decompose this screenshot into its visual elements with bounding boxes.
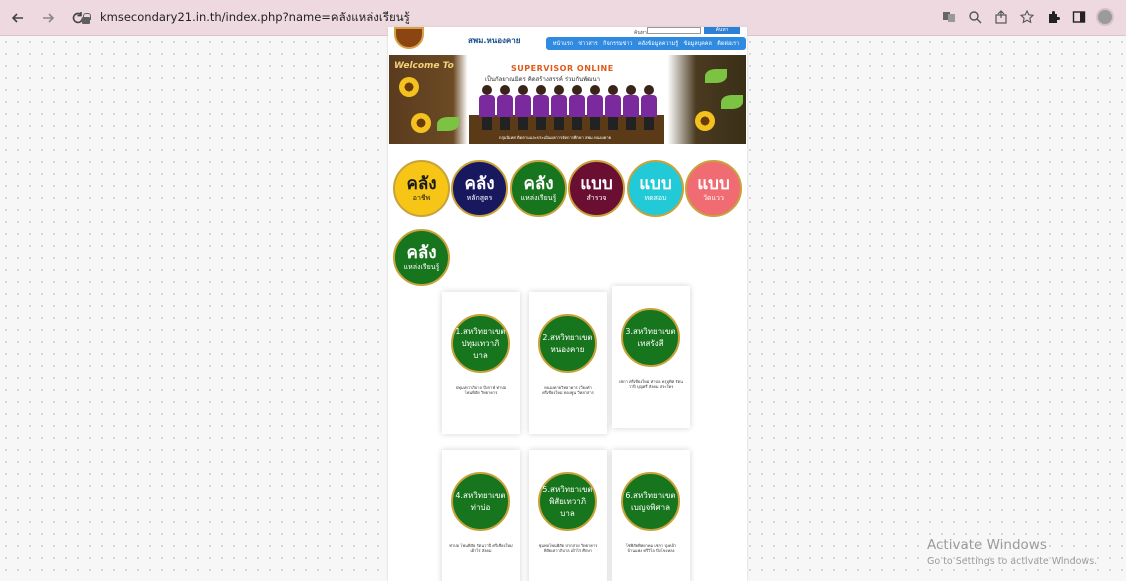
category-subtitle: อาชีพ: [412, 193, 431, 202]
school-card[interactable]: 2.สหวิทยาเขต หนองคายหนองคายวิทยาคาร เวีย…: [529, 292, 607, 434]
school-card-title[interactable]: 1.สหวิทยาเขต ปทุมเทวาภิบาล: [451, 314, 510, 373]
school-card-description: โซ่พิสัยพิทยาคม เซกา บุ่งคล้า บ้านแพง ศร…: [625, 543, 677, 554]
browser-tools: [938, 6, 1116, 28]
banner-caption: กลุ่มนิเทศ ติดตามและประเมินผลการจัดการศึ…: [499, 135, 611, 140]
category-button[interactable]: แบบ วัดแวว: [685, 160, 742, 217]
category-subtitle: สำรวจ: [586, 193, 607, 202]
category-subtitle: แหล่งเรียนรู้: [403, 262, 440, 271]
puzzle-icon[interactable]: [1042, 6, 1064, 28]
school-card[interactable]: 3.สหวิทยาเขต เทสรังสีเซกา ศรีเชียงใหม่ ท…: [612, 286, 690, 428]
category-button[interactable]: คลัง แหล่งเรียนรู้: [393, 229, 450, 286]
site-name: สพม.หนองคาย: [468, 36, 521, 45]
menu-item[interactable]: คลังข้อมูลความรู้: [638, 40, 678, 48]
category-title: แบบ: [697, 173, 730, 194]
school-card-description: เซกา ศรีเชียงใหม่ ท่าบ่อ ครุอุทิศ รัตนวา…: [619, 379, 683, 390]
lock-icon: [80, 12, 92, 24]
category-title: คลัง: [406, 242, 437, 263]
leaf-icon: [437, 117, 459, 131]
category-subtitle: วัดแวว: [703, 193, 724, 202]
flower-icon: [411, 113, 431, 133]
category-subtitle: หลักสูตร: [466, 193, 493, 202]
school-card-title[interactable]: 3.สหวิทยาเขต เทสรังสี: [621, 308, 680, 367]
school-card-description: ปทุมเทวาภิบาล บึงกาฬ ท่าบ่อ โพนพิสัย วิท…: [455, 385, 507, 396]
school-card-title[interactable]: 2.สหวิทยาเขต หนองคาย: [538, 314, 597, 373]
category-button[interactable]: คลัง อาชีพ: [393, 160, 450, 217]
zoom-icon[interactable]: [964, 6, 986, 28]
banner-welcome: Welcome To: [394, 61, 454, 71]
star-icon[interactable]: [1016, 6, 1038, 28]
url-text: kmsecondary21.in.th/index.php?name=คลังแ…: [100, 10, 410, 24]
menu-item[interactable]: หน้าแรก: [553, 40, 573, 48]
menu-item[interactable]: ติดต่อเรา: [717, 40, 739, 48]
category-subtitle: แหล่งเรียนรู้: [520, 193, 557, 202]
school-card-title[interactable]: 6.สหวิทยาเขต เบญจพิศาล: [621, 472, 680, 531]
search-input[interactable]: [647, 27, 701, 34]
activation-title: Activate Windows: [927, 537, 1047, 553]
menu-item[interactable]: ข่าวสาร: [578, 40, 597, 48]
school-card[interactable]: 6.สหวิทยาเขต เบญจพิศาลโซ่พิสัยพิทยาคม เซ…: [612, 450, 690, 581]
menu-item[interactable]: ข้อมูลบุคคล: [684, 40, 712, 48]
search-button[interactable]: ค้นหา: [704, 27, 740, 34]
share-icon[interactable]: [990, 6, 1012, 28]
category-title: แบบ: [580, 173, 613, 194]
leaf-icon: [705, 69, 727, 83]
school-card-description: หนองคายวิทยาคาร เวียงคำ ศรีเชียงใหม่ ทอง…: [542, 385, 594, 396]
category-title: แบบ: [639, 173, 672, 194]
main-menu: หน้าแรก ข่าวสาร กิจกรรมข่าว คลังข้อมูลคว…: [546, 37, 746, 50]
activation-subtitle: Go to Settings to activate Windows.: [927, 556, 1098, 567]
category-title: คลัง: [406, 173, 437, 194]
banner: Welcome To SUPERVISOR ONLINE เป็นกัลยาณม…: [389, 55, 746, 144]
web-page: สพม.หนองคาย ค้นหา ค้นหา หน้าแรก ข่าวสาร …: [388, 27, 747, 581]
banner-title: SUPERVISOR ONLINE: [511, 64, 614, 73]
profile-avatar[interactable]: [1094, 6, 1116, 28]
flower-icon: [399, 77, 419, 97]
category-button[interactable]: แบบ สำรวจ: [568, 160, 625, 217]
leaf-icon: [721, 95, 743, 109]
school-card-title[interactable]: 5.สหวิทยาเขต พิสัยเทวาภิบาล: [538, 472, 597, 531]
banner-tagline: เป็นกัลยาณมิตร คิดสร้างสรรค์ ร่วมกันพัฒน…: [485, 76, 600, 83]
category-button[interactable]: แบบ ทดสอบ: [627, 160, 684, 217]
category-subtitle: ทดสอบ: [644, 193, 667, 202]
category-title: คลัง: [523, 173, 554, 194]
school-card[interactable]: 5.สหวิทยาเขต พิสัยเทวาภิบาลชุมพลโพนพิสัย…: [529, 450, 607, 581]
search-label: ค้นหา: [634, 30, 647, 36]
banner-photo: [475, 85, 661, 130]
school-card-description: ชุมพลโพนพิสัย ปากสวย วิทยาคาร พิสัยเทวาภ…: [538, 543, 598, 554]
arrow-left-icon[interactable]: [6, 6, 30, 30]
site-logo[interactable]: [394, 27, 424, 49]
category-title: คลัง: [464, 173, 495, 194]
translate-icon[interactable]: [938, 6, 960, 28]
sidebar-icon[interactable]: [1068, 6, 1090, 28]
windows-activation-notice: Activate Windows Go to Settings to activ…: [927, 537, 1097, 567]
category-button[interactable]: คลัง แหล่งเรียนรู้: [510, 160, 567, 217]
menu-item[interactable]: กิจกรรมข่าว: [603, 40, 632, 48]
arrow-right-icon[interactable]: [36, 6, 60, 30]
site-header: สพม.หนองคาย ค้นหา ค้นหา หน้าแรก ข่าวสาร …: [388, 27, 747, 54]
school-card[interactable]: 4.สหวิทยาเขต ท่าบ่อท่าบ่อ โพนพิสัย รัตนว…: [442, 450, 520, 581]
category-button[interactable]: คลัง หลักสูตร: [451, 160, 508, 217]
school-card[interactable]: 1.สหวิทยาเขต ปทุมเทวาภิบาลปทุมเทวาภิบาล …: [442, 292, 520, 434]
flower-icon: [695, 111, 715, 131]
school-card-title[interactable]: 4.สหวิทยาเขต ท่าบ่อ: [451, 472, 510, 531]
school-card-description: ท่าบ่อ โพนพิสัย รัตนวาปี ศรีเชียงใหม่ เฝ…: [449, 543, 513, 554]
